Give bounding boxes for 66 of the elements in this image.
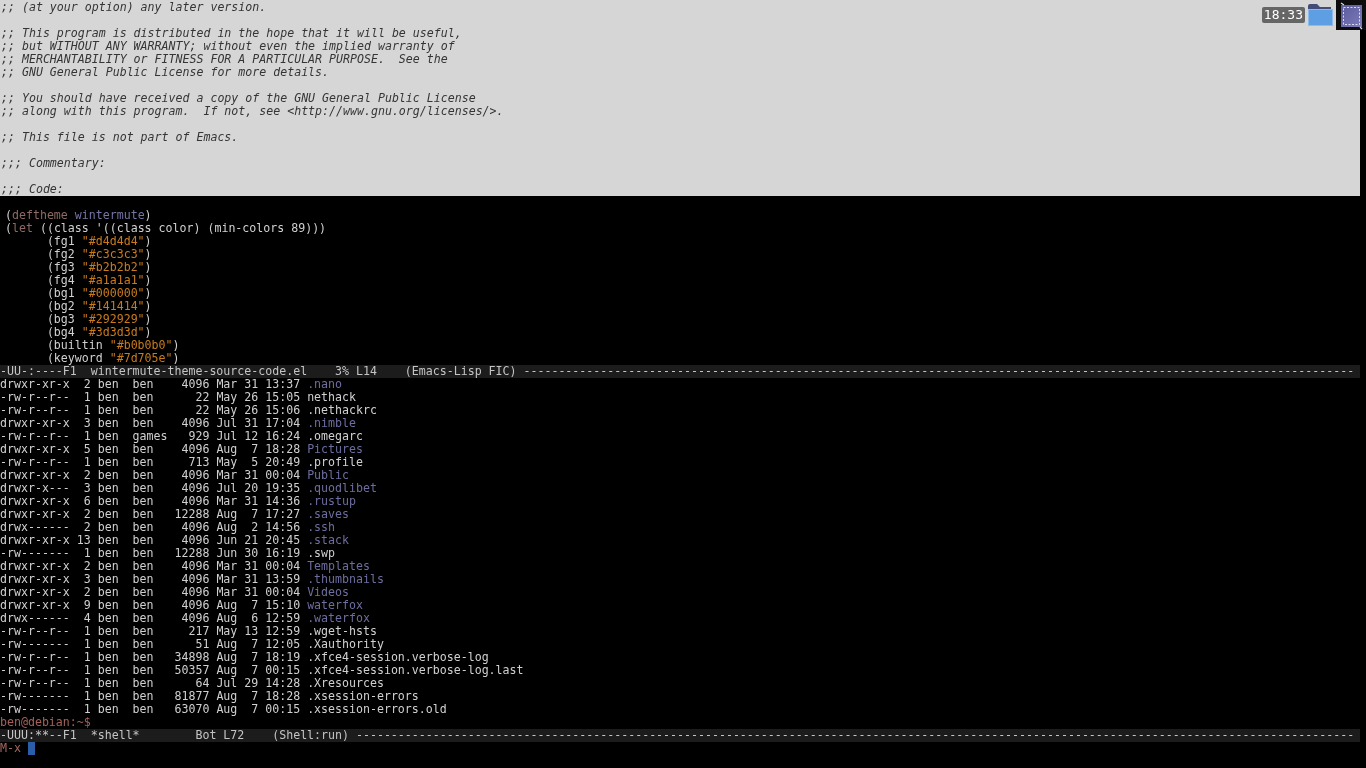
code-line: (deftheme wintermute) [5,209,152,222]
listing-line: drwxr-xr-x 13 ben ben 4096 Jun 21 20:45 .stack [0,534,349,547]
mode-line-dashes: ----------------------------------------------------------------------------------------------------------------------- [523,365,1355,378]
code-line: (fg4 "#a1a1a1") [46,274,152,287]
listing-line: -rw-r--r-- 1 ben ben 22 May 26 15:06 .nethackrc [0,404,377,417]
code-line: (bg2 "#141414") [46,300,152,313]
code-line: (bg3 "#292929") [46,313,152,326]
listing-line: -rw-r--r-- 1 ben ben 22 May 26 15:05 nethack [0,391,356,404]
listing-line: -rw-r--r-- 1 ben ben 34898 Aug 7 18:19 .xfce4-session.verbose-log [0,651,489,664]
listing-line: drwxr-xr-x 6 ben ben 4096 Mar 31 14:36 .rustup [0,495,356,508]
listing-line: drwxr-xr-x 2 ben ben 4096 Mar 31 13:37 .nano [0,378,343,391]
comment-line: ;; This program is distributed in the hope that it will be useful, [1,27,462,40]
listing-line: drwxr-xr-x 9 ben ben 4096 Aug 7 15:10 waterfox [0,599,363,612]
listing-line: drwxr-xr-x 2 ben ben 4096 Mar 31 00:04 Videos [0,586,349,599]
comment-line: ;; along with this program. If not, see <http://www.gnu.org/licenses/>. [1,105,504,118]
mode-line-status: -UUU:**--F1 [0,729,77,742]
code-line: (let ((class '((class color) (min-colors 89))) [5,222,327,235]
folder-icon[interactable] [1308,4,1333,26]
listing-line: -rw-r--r-- 1 ben ben 64 Jul 29 14:28 .Xresources [0,677,384,690]
scroll-percent: Bot [195,729,217,742]
listing-line: -rw------- 1 ben ben 81877 Aug 7 18:28 .xsession-errors [0,690,419,703]
comment-line: ;; MERCHANTABILITY or FITNESS FOR A PARTICULAR PURPOSE. See the [1,53,448,66]
listing-line: -rw------- 1 ben ben 63070 Aug 7 00:15 .xsession-errors.old [0,703,447,716]
major-mode: (Shell:run) [272,729,349,742]
listing-line: drwxr-xr-x 2 ben ben 4096 Mar 31 00:04 Public [0,469,349,482]
listing-line: drwxr-xr-x 3 ben ben 4096 Mar 31 13:59 .thumbnails [0,573,384,586]
dashed-square-icon[interactable] [1336,0,1366,30]
listing-line: -rw-r--r-- 1 ben ben 50357 Aug 7 00:15 .xfce4-session.verbose-log.last [0,664,524,677]
comment-line: ;; (at your option) any later version. [1,1,267,14]
scroll-percent: 3% [335,365,349,378]
clock: 18:33 [1261,7,1305,23]
listing-line: -rw------- 1 ben ben 12288 Jun 30 16:19 .swp [0,547,336,560]
mode-line-dashes: ----------------------------------------------------------------------------------------------------------------------------------------------- [355,729,1355,742]
comment-line: ;; You should have received a copy of the GNU General Public License [1,92,476,105]
listing-line: drwxr-xr-x 2 ben ben 4096 Mar 31 00:04 Templates [0,560,370,573]
code-line: (bg1 "#000000") [46,287,152,300]
code-line: (fg2 "#c3c3c3") [46,248,152,261]
comment-line: ;; GNU General Public License for more details. [1,66,330,79]
mode-line-status: -UU-:----F1 [0,365,77,378]
buffer-name: *shell* [90,729,140,742]
line-number: L72 [223,729,245,742]
listing-line: -rw------- 1 ben ben 51 Aug 7 12:05 .Xauthority [0,638,384,651]
listing-line: drwx------ 4 ben ben 4096 Aug 6 12:59 .waterfox [0,612,370,625]
buffer-name: wintermute-theme-source-code.el [90,365,308,378]
cursor-icon [27,742,35,755]
code-line: (builtin "#b0b0b0") [46,339,180,352]
listing-line: -rw-r--r-- 1 ben ben 217 May 13 12:59 .wget-hsts [0,625,377,638]
code-line: (bg4 "#3d3d3d") [46,326,152,339]
code-line: (fg1 "#d4d4d4") [46,235,152,248]
code-line: (fg3 "#b2b2b2") [46,261,152,274]
comment-line: ;; This file is not part of Emacs. [1,131,239,144]
minibuffer-field[interactable]: M-x [0,742,35,755]
code-line: (keyword "#7d705e") [46,352,180,365]
comment-line: ;;; Code: [1,183,64,196]
comment-line: ;; but WITHOUT ANY WARRANTY; without even the implied warranty of [1,40,455,53]
listing-line: drwx------ 2 ben ben 4096 Aug 2 14:56 .ssh [0,521,336,534]
listing-line: drwxr-xr-x 3 ben ben 4096 Jul 31 17:04 .nimble [0,417,356,430]
listing-line: -rw-r--r-- 1 ben ben 713 May 5 20:49 .profile [0,456,363,469]
comment-line: ;;; Commentary: [1,157,106,170]
listing-line: -rw-r--r-- 1 ben games 929 Jul 12 16:24 .omegarc [0,430,363,443]
listing-line: drwxr-x--- 3 ben ben 4096 Jul 20 19:35 .quodlibet [0,482,377,495]
major-mode: (Emacs-Lisp FIC) [404,365,517,378]
listing-line: drwxr-xr-x 2 ben ben 12288 Aug 7 17:27 .saves [0,508,349,521]
listing-line: drwxr-xr-x 5 ben ben 4096 Aug 7 18:28 Pictures [0,443,363,456]
shell-prompt: ben@debian:~$ [0,716,91,729]
line-number: L14 [355,365,377,378]
